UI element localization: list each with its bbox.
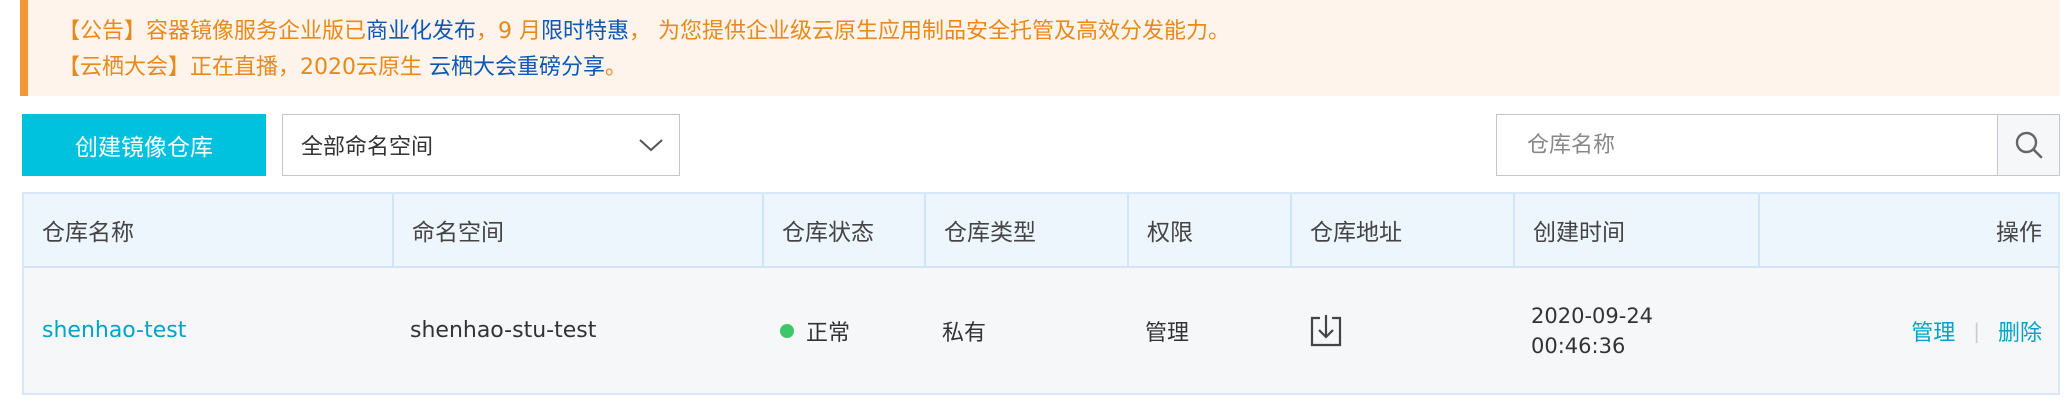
- column-header-created-time: 创建时间: [1513, 194, 1758, 266]
- commercial-release-link[interactable]: 商业化发布: [366, 19, 476, 44]
- search-button[interactable]: [1997, 114, 2060, 176]
- conference-share-link[interactable]: 云栖大会重磅分享: [429, 55, 605, 80]
- announcement-prefix: 【公告】容器镜像服务企业版已: [58, 19, 367, 44]
- column-header-permission: 权限: [1127, 194, 1290, 266]
- table-header: 仓库名称 命名空间 仓库状态 仓库类型 权限 仓库地址 创建时间 操作: [24, 194, 2058, 268]
- column-header-namespace: 命名空间: [392, 194, 762, 266]
- column-header-type: 仓库类型: [924, 194, 1127, 266]
- address-cell: [1290, 268, 1513, 393]
- status-ok-dot: [780, 323, 794, 338]
- created-clock: 00:46:36: [1531, 333, 1626, 358]
- repository-type: 私有: [942, 320, 987, 346]
- delete-button[interactable]: 删除: [1998, 315, 2042, 347]
- conference-suffix: 。: [605, 55, 628, 80]
- status-cell: 正常: [762, 268, 924, 393]
- limited-offer-link[interactable]: 限时特惠: [541, 19, 629, 44]
- namespace-value: shenhao-stu-test: [410, 318, 597, 343]
- column-header-status: 仓库状态: [762, 194, 924, 266]
- repository-name-link[interactable]: shenhao-test: [42, 318, 186, 343]
- conference-prefix: 【云栖大会】正在直播，2020云原生: [58, 55, 429, 80]
- create-repository-button[interactable]: 创建镜像仓库: [22, 114, 266, 176]
- download-icon[interactable]: [1308, 313, 1344, 349]
- column-header-actions: 操作: [1758, 194, 2058, 266]
- repository-search-input[interactable]: [1496, 114, 1998, 176]
- namespace-cell: shenhao-stu-test: [392, 268, 762, 393]
- column-header-repo-name: 仓库名称: [42, 220, 134, 246]
- permission-cell: 管理: [1127, 268, 1290, 393]
- actions-cell: 管理 | 删除: [1758, 268, 2058, 393]
- status-text: 正常: [806, 320, 851, 346]
- created-time-cell: 2020-09-24 00:46:36: [1513, 268, 1758, 393]
- announcement-middle: ，9 月: [476, 19, 542, 44]
- announcement-suffix: ， 为您提供企业级云原生应用制品安全托管及高效分发能力。: [629, 19, 1231, 44]
- repository-table: 仓库名称 命名空间 仓库状态 仓库类型 权限 仓库地址 创建时间 操作 shen…: [22, 192, 2060, 395]
- chevron-down-icon: [639, 139, 663, 152]
- column-header-address: 仓库地址: [1290, 194, 1513, 266]
- type-cell: 私有: [924, 268, 1127, 393]
- namespace-select[interactable]: 全部命名空间: [282, 114, 680, 176]
- permission-value: 管理: [1145, 320, 1190, 346]
- announcement-line-1: 【公告】容器镜像服务企业版已商业化发布，9 月限时特惠， 为您提供企业级云原生应…: [58, 14, 2060, 50]
- table-row: shenhao-test shenhao-stu-test 正常 私有 管理 2…: [24, 268, 2058, 393]
- namespace-select-value: 全部命名空间: [301, 135, 434, 160]
- announcement-line-2: 【云栖大会】正在直播，2020云原生 云栖大会重磅分享。: [58, 50, 2060, 86]
- action-separator: |: [1973, 318, 1980, 343]
- announcement-banner: 【公告】容器镜像服务企业版已商业化发布，9 月限时特惠， 为您提供企业级云原生应…: [20, 0, 2060, 96]
- create-repository-label: 创建镜像仓库: [75, 135, 213, 161]
- created-date: 2020-09-24: [1531, 303, 1654, 328]
- search-icon: [2015, 131, 2042, 159]
- manage-button[interactable]: 管理: [1911, 315, 1955, 347]
